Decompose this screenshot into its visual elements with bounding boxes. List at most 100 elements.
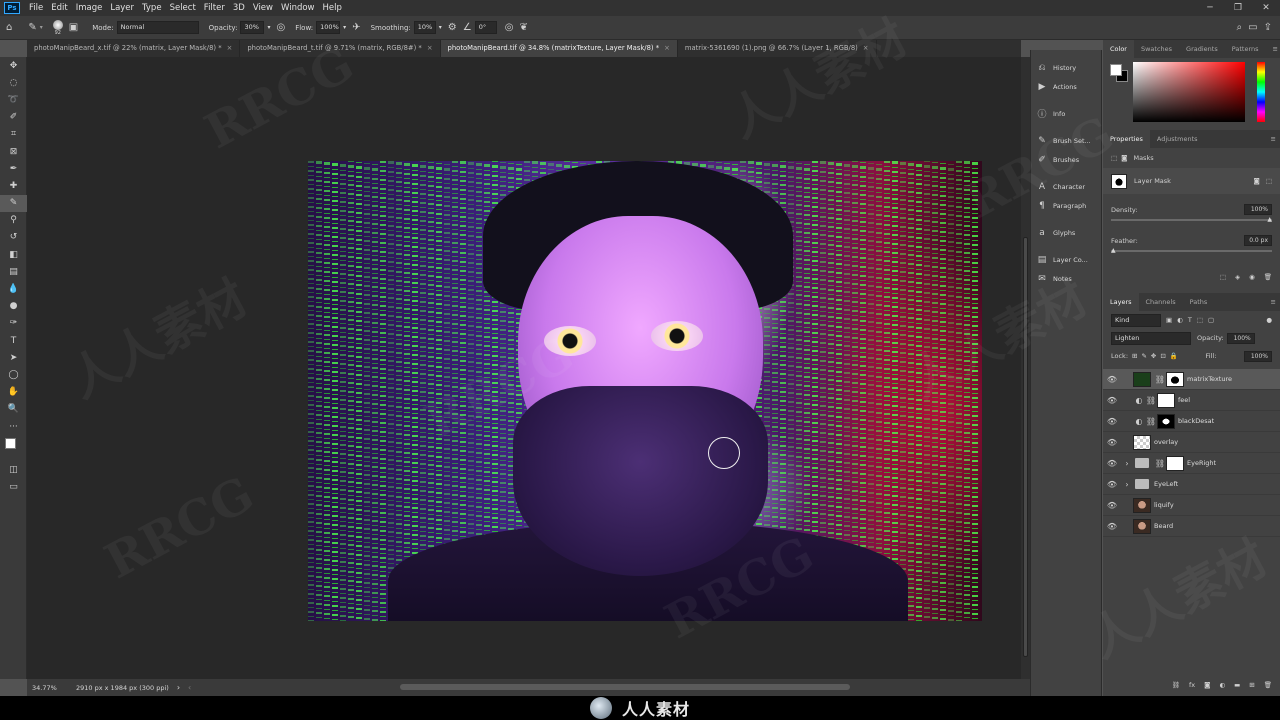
layer-mask-row[interactable]: Layer Mask ◙ ⬚ — [1103, 168, 1280, 194]
link-layers-icon[interactable]: ⛓ — [1172, 681, 1180, 689]
move-tool-icon[interactable]: ✥ — [0, 57, 27, 74]
menu-view[interactable]: View — [249, 3, 277, 13]
panel-menu-icon[interactable]: ≡ — [1266, 40, 1280, 58]
document-image[interactable] — [308, 161, 982, 621]
visibility-eye-icon[interactable]: 👁 — [1103, 417, 1121, 426]
panel-actions[interactable]: ▶ Actions — [1031, 77, 1101, 96]
filter-shape-icon[interactable]: ⬚ — [1197, 316, 1203, 324]
new-adjustment-icon[interactable]: ◐ — [1219, 681, 1225, 689]
layer-name[interactable]: matrixTexture — [1187, 375, 1232, 383]
clone-stamp-tool-icon[interactable]: ⚲ — [0, 212, 27, 229]
dropdown-chevron-icon[interactable]: ▾ — [40, 24, 43, 31]
menu-edit[interactable]: Edit — [47, 3, 71, 13]
mask-thumbnail[interactable] — [1157, 392, 1175, 408]
flow-dropdown-icon[interactable]: ▾ — [343, 24, 346, 31]
eraser-tool-icon[interactable]: ◧ — [0, 246, 27, 263]
visibility-eye-icon[interactable]: 👁 — [1103, 522, 1121, 531]
lock-image-icon[interactable]: ✎ — [1141, 352, 1146, 360]
flow-input[interactable]: 100% — [316, 21, 341, 34]
feather-input[interactable]: 0.0 px — [1244, 235, 1272, 246]
mask-thumbnail[interactable] — [1166, 371, 1184, 387]
airbrush-icon[interactable]: ✈ — [352, 22, 360, 33]
close-icon[interactable]: ✕ — [1252, 0, 1280, 16]
filter-smart-icon[interactable]: ▢ — [1208, 316, 1214, 324]
layer-name[interactable]: overlay — [1154, 438, 1178, 446]
chevron-right-icon[interactable]: › — [177, 683, 180, 692]
eyedropper-tool-icon[interactable]: ✒ — [0, 160, 27, 177]
opacity-dropdown-icon[interactable]: ▾ — [267, 24, 270, 31]
dodge-tool-icon[interactable]: ● — [0, 298, 27, 315]
crop-tool-icon[interactable]: ⌗ — [0, 126, 27, 143]
layer-name[interactable]: liquify — [1154, 501, 1174, 509]
tab-document-1[interactable]: photoManipBeard_x.tif @ 22% (matrix, Lay… — [27, 40, 241, 57]
history-brush-tool-icon[interactable]: ↺ — [0, 229, 27, 246]
menu-file[interactable]: File — [25, 3, 47, 13]
menu-image[interactable]: Image — [72, 3, 107, 13]
link-icon[interactable]: ⛓ — [1154, 375, 1166, 384]
density-slider[interactable]: ▲ — [1111, 216, 1272, 223]
healing-brush-tool-icon[interactable]: ✚ — [0, 177, 27, 194]
more-tools-icon[interactable]: ··· — [0, 418, 27, 435]
expand-chevron-icon[interactable]: › — [1121, 480, 1133, 489]
fx-icon[interactable]: fx — [1189, 681, 1195, 689]
layer-name[interactable]: EyeLeft — [1154, 480, 1178, 488]
zoom-tool-icon[interactable]: 🔍 — [0, 401, 27, 418]
symmetry-icon[interactable]: ❦ — [519, 22, 527, 33]
frame-tool-icon[interactable]: ⊠ — [0, 143, 27, 160]
apply-mask-icon[interactable]: ◈ — [1235, 273, 1240, 281]
menu-select[interactable]: Select — [166, 3, 200, 13]
new-group-icon[interactable]: ▬ — [1234, 681, 1240, 689]
lock-all-icon[interactable]: 🔒 — [1170, 352, 1178, 360]
feather-slider[interactable]: ▲ — [1111, 247, 1272, 254]
blend-mode-select[interactable]: Lighten — [1111, 331, 1191, 345]
workspace-icon[interactable]: ▭ — [1248, 22, 1257, 33]
tab-swatches[interactable]: Swatches — [1134, 40, 1179, 58]
lasso-tool-icon[interactable]: ➰ — [0, 91, 27, 108]
link-icon[interactable]: ⛓ — [1145, 417, 1157, 426]
smoothing-input[interactable]: 10% — [413, 21, 436, 34]
lock-artboard-icon[interactable]: ⊡ — [1160, 352, 1165, 360]
restore-icon[interactable]: ❐ — [1224, 0, 1252, 16]
layer-row-EyeLeft[interactable]: 👁 › EyeLeft — [1103, 474, 1280, 495]
trash-icon[interactable]: 🗑 — [1264, 681, 1272, 689]
close-icon[interactable]: × — [664, 44, 670, 52]
hand-tool-icon[interactable]: ✋ — [0, 384, 27, 401]
brush-tool-icon[interactable]: ✎ — [0, 194, 27, 212]
layer-name[interactable]: Beard — [1154, 522, 1173, 530]
link-icon[interactable]: ⛓ — [1154, 459, 1166, 468]
brush-preset-picker[interactable]: 92 — [52, 19, 63, 36]
expand-chevron-icon[interactable]: › — [1121, 459, 1133, 468]
marquee-tool-icon[interactable]: ◌ — [0, 74, 27, 91]
visibility-icon[interactable]: ◉ — [1249, 273, 1255, 281]
tab-layers[interactable]: Layers — [1103, 293, 1139, 311]
link-icon[interactable]: ⛓ — [1145, 396, 1157, 405]
add-pixel-mask-icon[interactable]: ◙ — [1254, 177, 1260, 185]
layer-row-matrixTexture[interactable]: 👁 ⛓ matrixTexture — [1103, 369, 1280, 390]
density-input[interactable]: 100% — [1244, 204, 1272, 215]
layer-row-Beard[interactable]: 👁 Beard — [1103, 516, 1280, 537]
layer-name[interactable]: feel — [1178, 396, 1190, 404]
visibility-eye-icon[interactable]: 👁 — [1103, 459, 1121, 468]
minimize-icon[interactable]: ─ — [1196, 0, 1224, 16]
smoothing-dropdown-icon[interactable]: ▾ — [439, 24, 442, 31]
add-mask-icon[interactable]: ◙ — [1204, 681, 1210, 689]
horizontal-scrollbar[interactable] — [400, 684, 850, 690]
panel-menu-icon[interactable]: ≡ — [1264, 293, 1280, 311]
chevron-left-icon[interactable]: ‹ — [188, 683, 191, 692]
foreground-color-swatch[interactable] — [5, 438, 16, 450]
mask-thumbnail[interactable] — [1157, 413, 1175, 429]
layer-row-EyeRight[interactable]: 👁 › ⛓ EyeRight — [1103, 453, 1280, 474]
tab-paths[interactable]: Paths — [1183, 293, 1215, 311]
lock-transparent-icon[interactable]: ⊞ — [1132, 352, 1137, 360]
add-vector-mask-icon[interactable]: ⬚ — [1266, 177, 1272, 185]
layer-name[interactable]: blackDesat — [1178, 417, 1214, 425]
tab-document-3[interactable]: photoManipBeard.tif @ 34.8% (matrixTextu… — [440, 40, 678, 57]
menu-filter[interactable]: Filter — [200, 3, 229, 13]
layer-row-feel[interactable]: 👁 ◐ ⛓ feel — [1103, 390, 1280, 411]
menu-help[interactable]: Help — [319, 3, 346, 13]
menu-layer[interactable]: Layer — [106, 3, 138, 13]
layer-row-blackDesat[interactable]: 👁 ◐ ⛓ blackDesat — [1103, 411, 1280, 432]
tab-gradients[interactable]: Gradients — [1179, 40, 1225, 58]
slider-handle-icon[interactable]: ▲ — [1267, 216, 1272, 223]
share-icon[interactable]: ⇪ — [1264, 22, 1272, 33]
